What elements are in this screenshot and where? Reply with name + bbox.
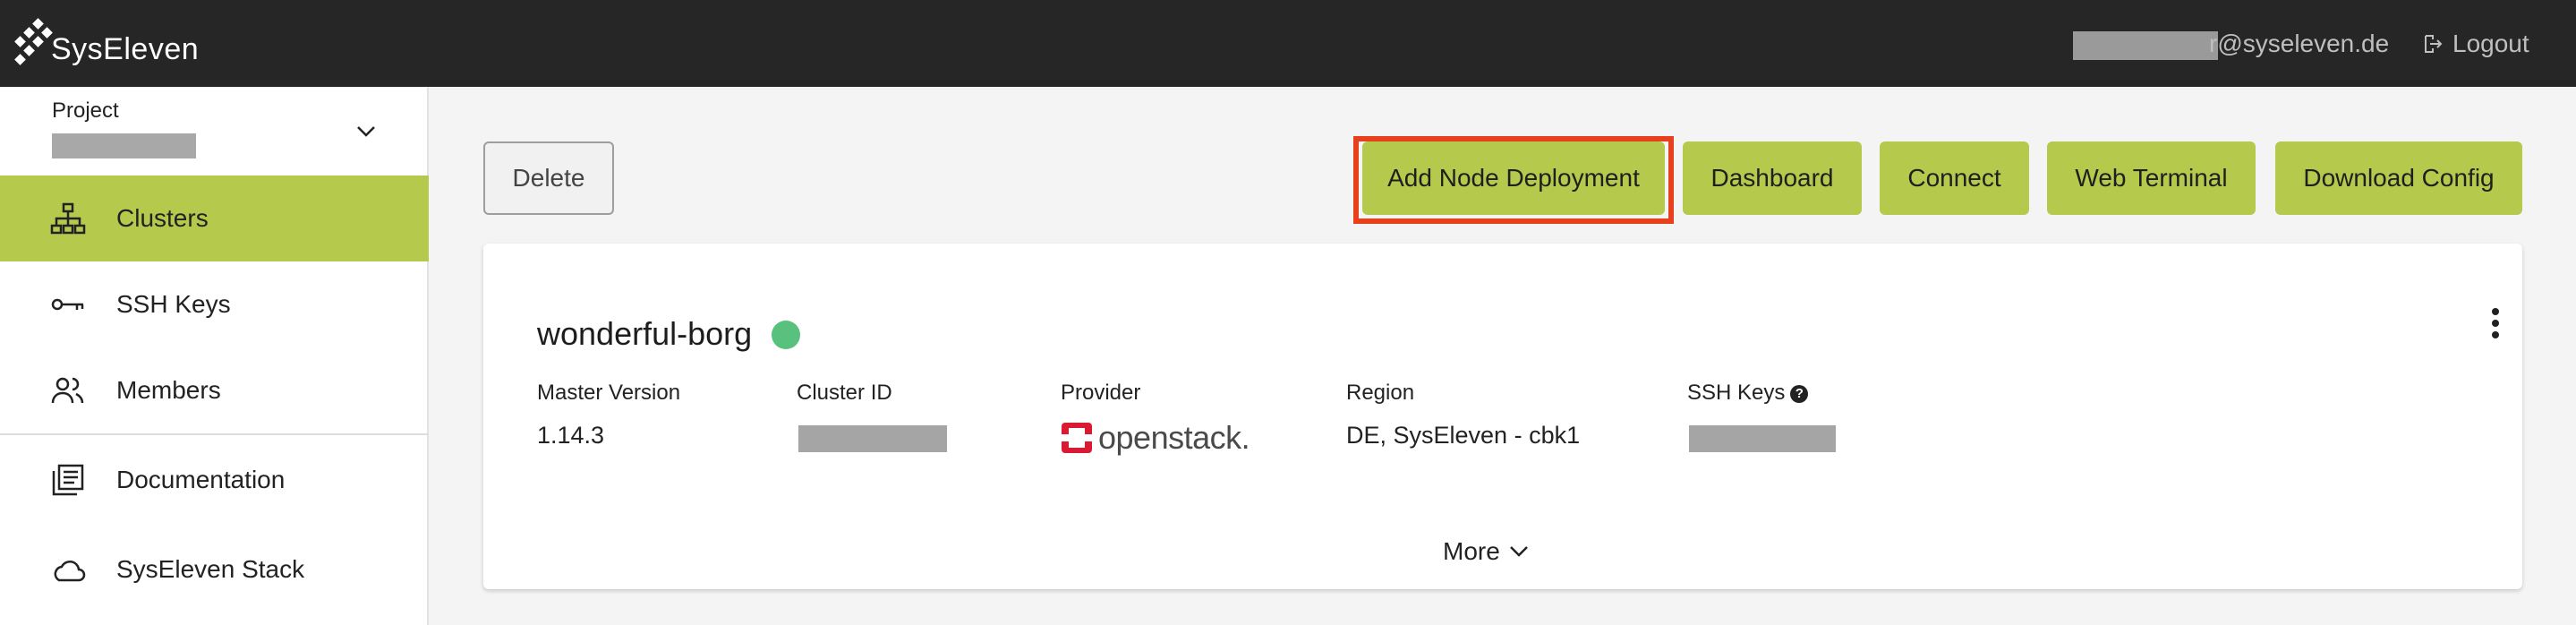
sidebar-item-label: SysEleven Stack bbox=[116, 555, 305, 583]
add-node-deployment-button[interactable]: Add Node Deployment bbox=[1362, 141, 1665, 215]
key-icon bbox=[51, 298, 84, 311]
sidebar: Project Clusters SSH Keys Members Docume… bbox=[0, 87, 429, 625]
top-bar: SysEleven r@syseleven.de Logout bbox=[0, 0, 2576, 87]
region-header: Region bbox=[1346, 381, 1415, 405]
cluster-card: wonderful-borg Master Version Cluster ID… bbox=[483, 244, 2522, 589]
sidebar-divider bbox=[0, 433, 429, 435]
ssh-keys-header: SSH Keys? bbox=[1687, 381, 1809, 406]
sidebar-item-label: Documentation bbox=[116, 466, 286, 493]
redacted-ssh-keys bbox=[1689, 425, 1836, 452]
master-version-header: Master Version bbox=[537, 381, 681, 405]
dashboard-button[interactable]: Dashboard bbox=[1683, 141, 1862, 215]
sidebar-item-members[interactable]: Members bbox=[0, 347, 429, 433]
redacted-project-name[interactable] bbox=[52, 133, 196, 158]
redacted-user-name bbox=[2073, 31, 2218, 60]
openstack-icon bbox=[1062, 423, 1092, 453]
cloud-icon bbox=[54, 561, 86, 582]
logout-icon bbox=[2425, 35, 2443, 53]
provider-name: openstack. bbox=[1098, 419, 1250, 456]
provider-header: Provider bbox=[1061, 381, 1141, 405]
project-label: Project bbox=[52, 98, 119, 123]
sidebar-item-label: Members bbox=[116, 376, 221, 404]
more-label: More bbox=[1443, 537, 1500, 565]
logout-button[interactable]: Logout bbox=[2422, 30, 2529, 58]
region-value: DE, SysEleven - cbk1 bbox=[1346, 422, 1581, 449]
more-button[interactable]: More bbox=[1443, 537, 1529, 566]
ssh-keys-header-label: SSH Keys bbox=[1687, 381, 1786, 405]
brand-name[interactable]: SysEleven bbox=[51, 32, 199, 67]
sidebar-item-label: SSH Keys bbox=[116, 290, 231, 318]
web-terminal-button[interactable]: Web Terminal bbox=[2047, 141, 2256, 215]
more-options-icon[interactable] bbox=[2488, 308, 2503, 344]
sitemap-icon bbox=[50, 202, 86, 235]
logout-label: Logout bbox=[2452, 30, 2529, 57]
cluster-id-header: Cluster ID bbox=[797, 381, 892, 405]
sidebar-item-ssh-keys[interactable]: SSH Keys bbox=[0, 261, 429, 347]
cluster-name: wonderful-borg bbox=[537, 315, 753, 352]
delete-button[interactable]: Delete bbox=[483, 141, 614, 215]
book-icon bbox=[52, 464, 84, 496]
help-icon[interactable]: ? bbox=[1790, 384, 1809, 403]
redacted-cluster-id bbox=[798, 425, 947, 452]
download-config-button[interactable]: Download Config bbox=[2275, 141, 2522, 215]
chevron-down-icon bbox=[1509, 546, 1528, 557]
sidebar-item-label: Clusters bbox=[116, 204, 209, 232]
sidebar-item-syseleven-stack[interactable]: SysEleven Stack bbox=[0, 527, 429, 612]
sidebar-item-documentation[interactable]: Documentation bbox=[0, 437, 429, 523]
master-version-value: 1.14.3 bbox=[537, 422, 605, 449]
connect-button[interactable]: Connect bbox=[1880, 141, 2029, 215]
cluster-status-dot bbox=[772, 321, 800, 349]
people-icon bbox=[51, 377, 84, 404]
openstack-logo: openstack. bbox=[1061, 419, 1250, 457]
user-email: r@syseleven.de bbox=[2209, 30, 2390, 57]
sidebar-item-clusters[interactable]: Clusters bbox=[0, 176, 429, 261]
chevron-down-icon[interactable] bbox=[353, 117, 380, 144]
